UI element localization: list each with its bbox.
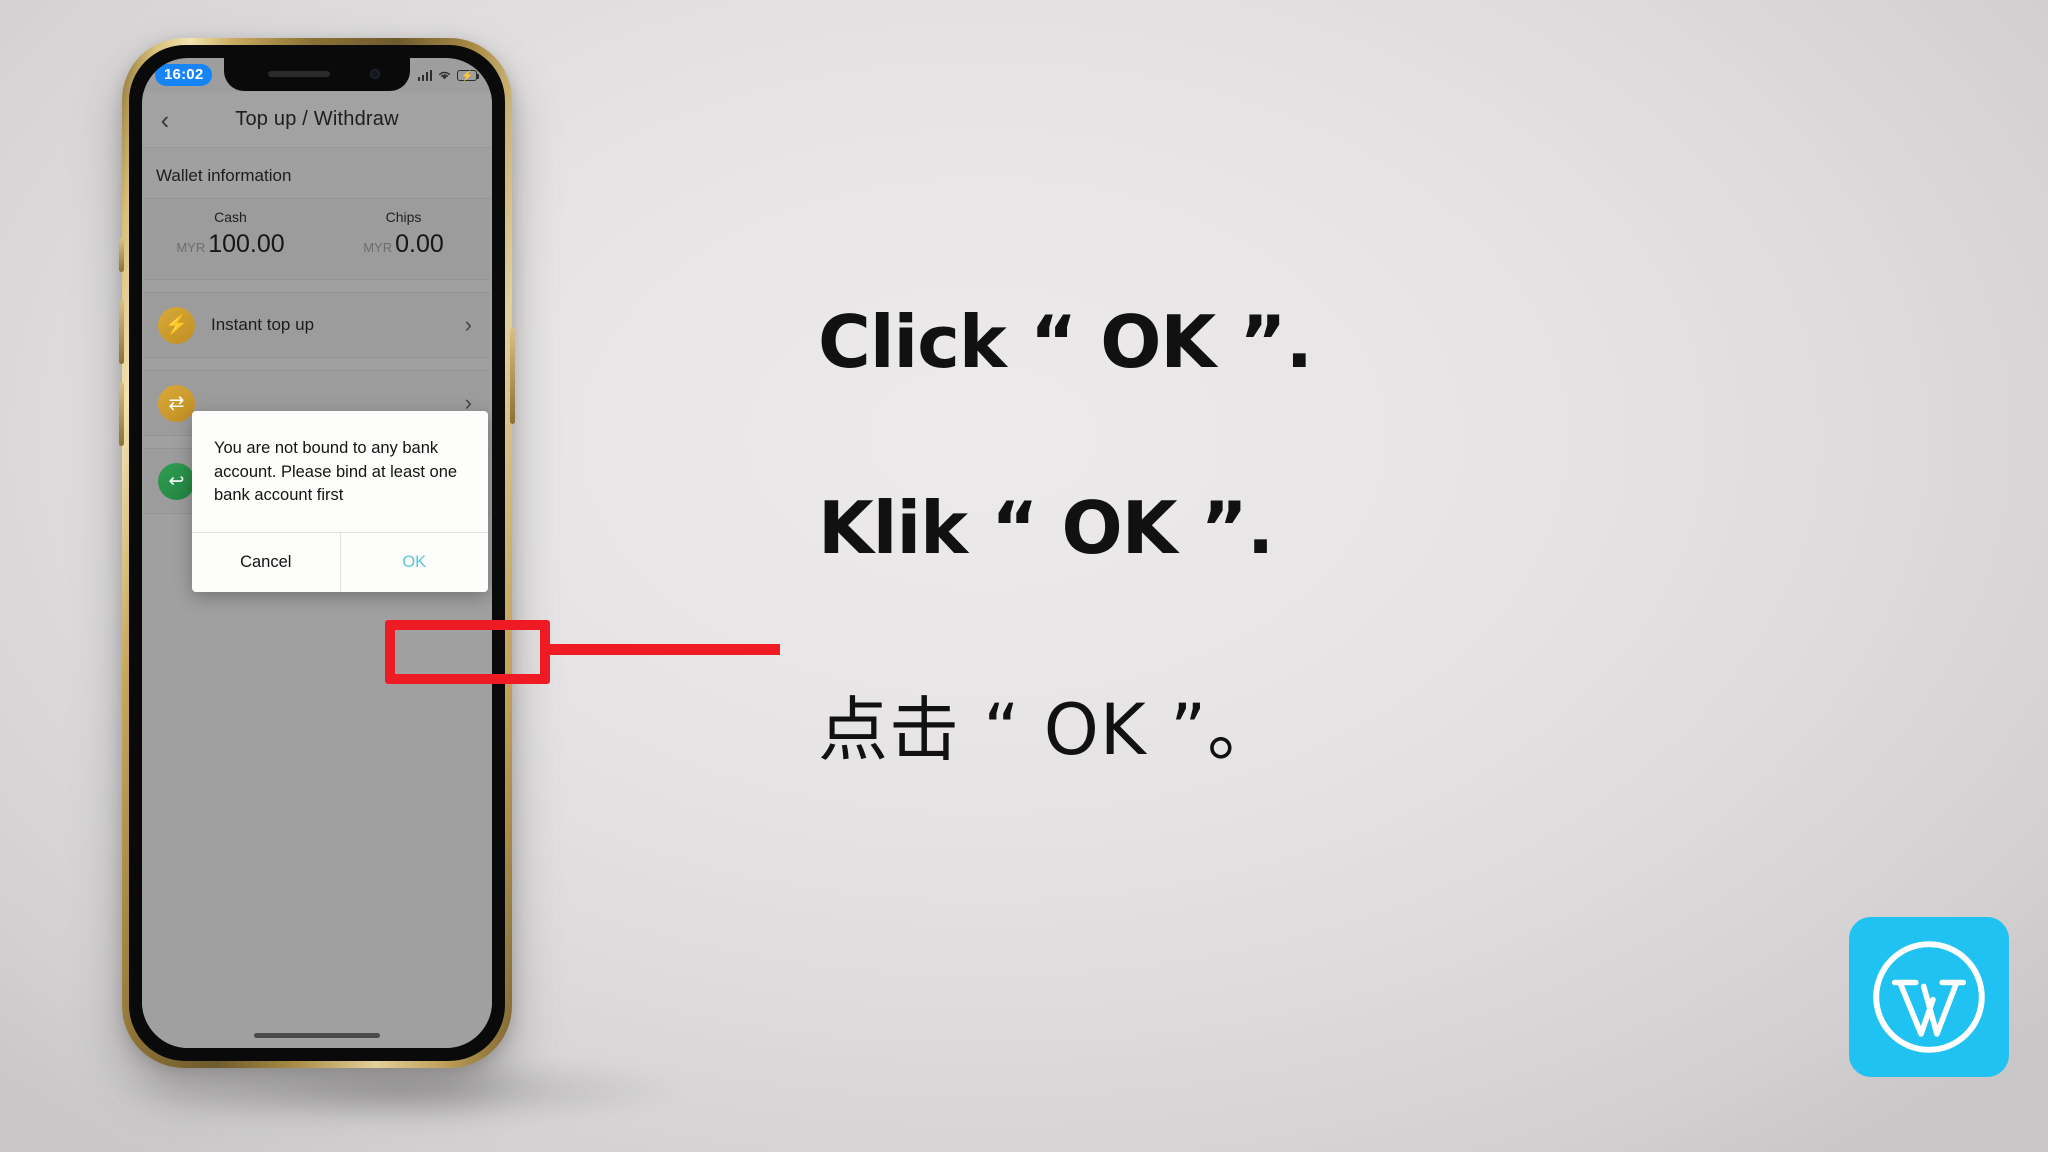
list-item-instant-top-up[interactable]: ⚡ Instant top up › [144, 292, 490, 358]
alert-dialog: You are not bound to any bank account. P… [192, 411, 488, 592]
cancel-button[interactable]: Cancel [192, 533, 340, 592]
wallet-card: Cash MYR 100.00 Chips MYR 0.00 [144, 198, 490, 280]
volume-up-button[interactable] [119, 300, 124, 364]
phone-mockup: 16:02 ⚡ ‹ Top up / Withdraw Wallet infor… [119, 38, 515, 1068]
page-title: Top up / Withdraw [235, 108, 399, 130]
pointer-arrow [545, 644, 780, 655]
alert-actions: Cancel OK [192, 531, 489, 592]
app-navbar: ‹ Top up / Withdraw [142, 92, 492, 148]
mute-switch[interactable] [119, 238, 124, 272]
instruction-line-chinese: 点击 “ OK ”。 [818, 689, 1279, 771]
instruction-line-indonesian: Klik “ OK ”. [818, 486, 1274, 570]
wallet-chips-currency: MYR [363, 240, 393, 255]
wallet-chips-label: Chips [385, 209, 422, 225]
power-button[interactable] [510, 328, 515, 424]
wallet-chips-column: Chips MYR 0.00 [317, 209, 490, 259]
wallet-cash-currency: MYR [176, 240, 206, 255]
volume-down-button[interactable] [119, 382, 124, 446]
signal-bars-icon [417, 69, 432, 81]
transfer-icon: ⇄ [158, 384, 195, 422]
transfer-glyph: ⇄ [168, 392, 185, 414]
status-time: 16:02 [155, 64, 213, 86]
wallet-cash-label: Cash [214, 209, 247, 225]
wallet-cash-value: 100.00 [208, 230, 285, 258]
wallet-chips-value: 0.00 [395, 230, 444, 258]
status-icons: ⚡ [417, 69, 480, 82]
ok-button-highlight-box [385, 620, 550, 684]
instruction-line-english: Click “ OK ”. [818, 300, 1313, 384]
instructions-panel: Click “ OK ”. Klik “ OK ”. 点击 “ OK ”。 [818, 300, 1818, 775]
status-bar: 16:02 ⚡ [142, 58, 492, 92]
list-item-label: Instant top up [211, 315, 315, 334]
alert-message: You are not bound to any bank account. P… [214, 439, 458, 505]
phone-screen: 16:02 ⚡ ‹ Top up / Withdraw Wallet infor… [142, 58, 492, 1048]
battery-charging-icon: ⚡ [457, 69, 480, 82]
home-indicator [254, 1033, 380, 1038]
phone-bezel: 16:02 ⚡ ‹ Top up / Withdraw Wallet infor… [129, 45, 505, 1061]
wallet-section-label: Wallet information [156, 166, 292, 185]
withdraw-icon: ↩ [158, 462, 195, 500]
wordpress-logo-icon [1849, 917, 2009, 1077]
withdraw-glyph: ↩ [168, 470, 185, 492]
app-content: Wallet information Cash MYR 100.00 Chips… [142, 148, 492, 1048]
chevron-right-icon: › [464, 312, 472, 337]
bolt-glyph: ⚡ [164, 315, 189, 336]
bolt-icon: ⚡ [158, 306, 195, 344]
back-button[interactable]: ‹ [142, 107, 188, 133]
wifi-icon [439, 71, 450, 80]
wallet-cash-column: Cash MYR 100.00 [144, 209, 317, 259]
ok-button[interactable]: OK [341, 533, 489, 592]
battery-bolt-icon: ⚡ [461, 70, 474, 82]
